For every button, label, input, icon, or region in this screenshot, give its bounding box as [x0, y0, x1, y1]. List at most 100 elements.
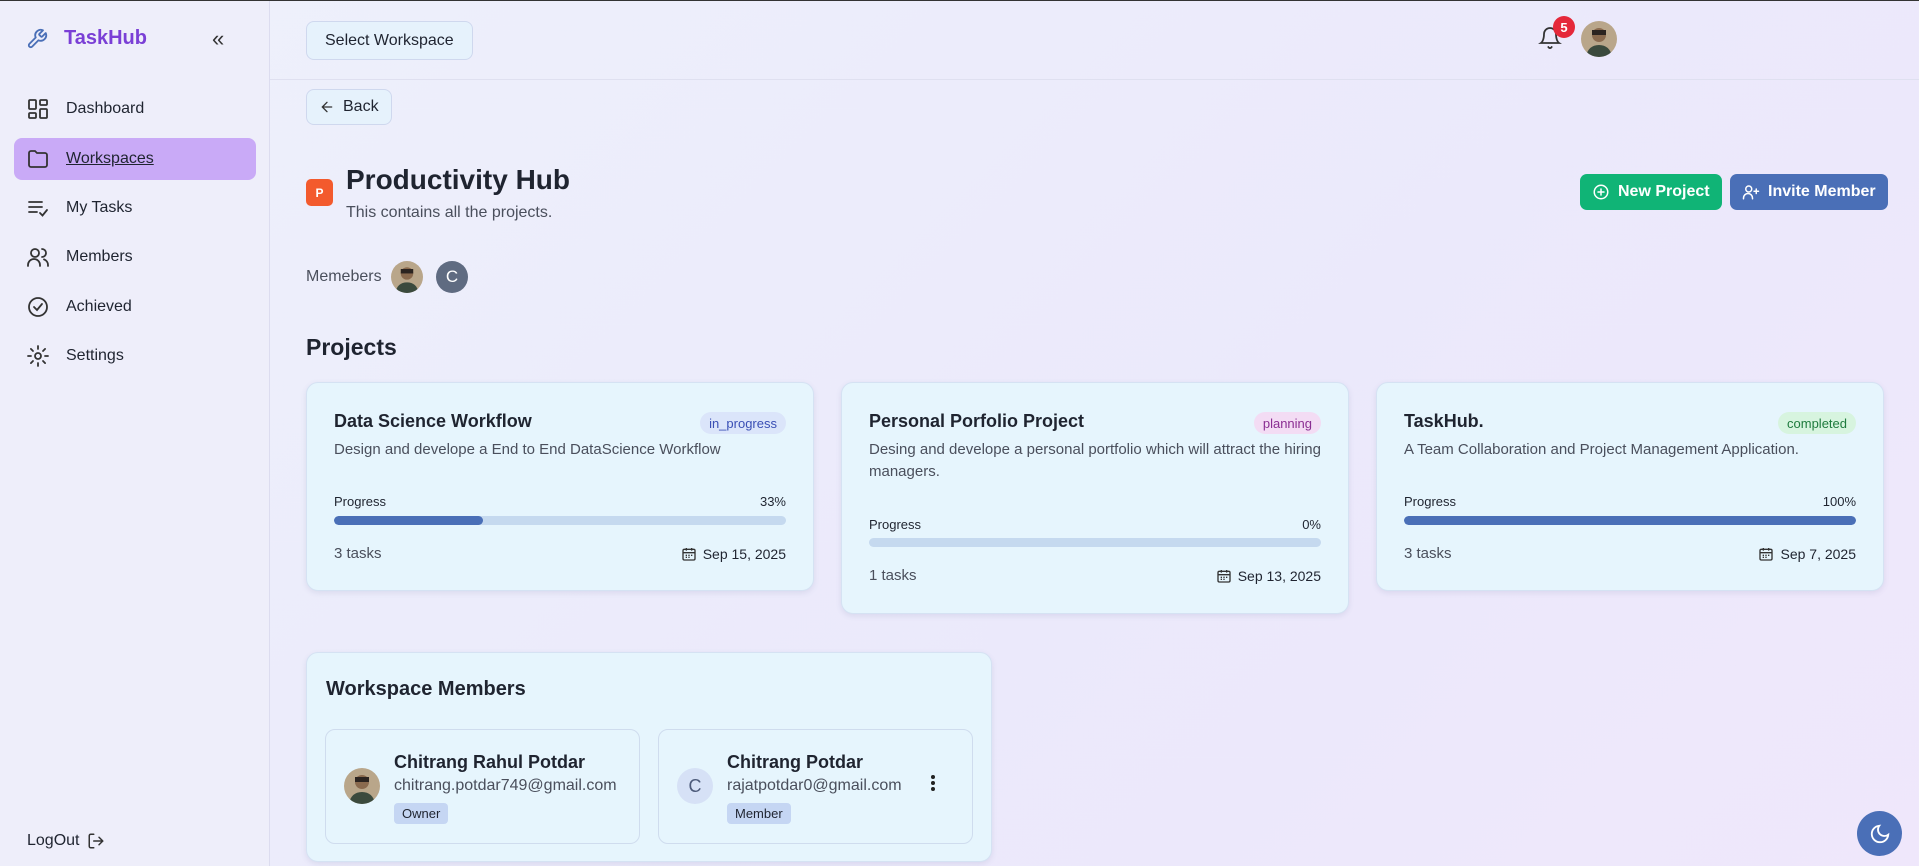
logout-label: LogOut: [27, 832, 80, 849]
gear-icon: [27, 345, 49, 367]
sidebar: TaskHub « Dashboard Workspaces My Tasks …: [0, 1, 270, 866]
due-date-text: Sep 7, 2025: [1780, 545, 1856, 562]
progress-row: Progress 0%: [869, 517, 1321, 532]
dashboard-icon: [28, 99, 48, 119]
progress-fill: [334, 516, 484, 525]
due-date: Sep 7, 2025: [1758, 546, 1856, 562]
sidebar-item-members[interactable]: Members: [14, 236, 256, 278]
invite-member-label: Invite Member: [1768, 183, 1876, 200]
check-circle-icon: [28, 297, 48, 317]
collapse-sidebar-icon[interactable]: «: [212, 27, 224, 51]
wrench-icon: [27, 28, 48, 48]
project-card[interactable]: Data Science Workflow in_progress Design…: [306, 382, 814, 591]
progress-label: Progress: [869, 517, 922, 532]
logout-icon: [88, 833, 105, 849]
role-badge: Member: [727, 803, 791, 824]
progress-value: 33%: [759, 494, 786, 509]
progress-row: Progress 100%: [1404, 494, 1856, 509]
progress-row: Progress 33%: [334, 494, 786, 509]
brand[interactable]: TaskHub: [26, 27, 147, 50]
sidebar-item-label: Settings: [66, 347, 124, 364]
calendar-icon: [1217, 569, 1231, 583]
back-label: Back: [343, 98, 379, 115]
status-badge: in_progress: [700, 412, 786, 434]
select-workspace-button[interactable]: Select Workspace: [306, 21, 473, 60]
brand-name: TaskHub: [64, 27, 147, 49]
progress-fill: [1404, 516, 1856, 525]
sidebar-item-label: Achieved: [66, 298, 132, 315]
sidebar-item-my-tasks[interactable]: My Tasks: [14, 187, 256, 229]
members-label: Memebers: [306, 268, 382, 285]
status-badge: completed: [1778, 412, 1856, 434]
sidebar-item-dashboard[interactable]: Dashboard: [14, 88, 256, 130]
due-date-text: Sep 13, 2025: [1237, 567, 1321, 584]
member-name: Chitrang Potdar: [727, 752, 864, 772]
progress-bar: [1404, 516, 1856, 525]
card-footer: 1 tasks Sep 13, 2025: [869, 567, 1321, 584]
project-card[interactable]: Personal Porfolio Project planning Desin…: [841, 382, 1349, 614]
progress-bar: [869, 538, 1321, 547]
logout-button[interactable]: LogOut: [27, 832, 105, 850]
user-plus-icon: [1742, 185, 1760, 200]
member-card: C Chitrang Potdar rajatpotdar0@gmail.com…: [658, 729, 973, 844]
sidebar-item-label: Workspaces: [66, 150, 154, 167]
project-description: Design and develope a End to End DataSci…: [334, 441, 721, 458]
users-icon: [27, 248, 49, 267]
sidebar-item-label: Members: [66, 248, 133, 265]
project-card[interactable]: TaskHub. completed A Team Collaboration …: [1376, 382, 1884, 591]
new-project-label: New Project: [1618, 183, 1710, 200]
arrow-left-icon: [321, 101, 333, 113]
member-name: Chitrang Rahul Potdar: [394, 752, 586, 772]
more-options-icon[interactable]: [930, 774, 936, 792]
folder-icon: [28, 150, 48, 168]
status-badge: planning: [1253, 412, 1321, 434]
due-date: Sep 15, 2025: [681, 546, 786, 562]
workspace-members-heading: Workspace Members: [326, 678, 526, 700]
moon-icon: [1870, 824, 1889, 843]
back-button[interactable]: Back: [306, 89, 392, 125]
task-count: 3 tasks: [334, 545, 382, 562]
task-count: 3 tasks: [1404, 545, 1452, 562]
sidebar-item-label: Dashboard: [66, 100, 145, 117]
member-avatar: [344, 768, 380, 804]
calendar-icon: [682, 547, 696, 561]
progress-label: Progress: [1404, 494, 1457, 509]
page-title: Productivity Hub: [346, 164, 571, 195]
member-avatar: [391, 261, 423, 293]
project-title: TaskHub.: [1404, 411, 1484, 431]
card-footer: 3 tasks Sep 7, 2025: [1404, 545, 1856, 562]
progress-value: 0%: [1302, 517, 1321, 532]
task-count: 1 tasks: [869, 567, 917, 584]
project-title: Data Science Workflow: [334, 411, 532, 431]
workspace-description: This contains all the projects.: [346, 204, 553, 221]
project-description: A Team Collaboration and Project Managem…: [1404, 441, 1799, 458]
invite-member-button[interactable]: Invite Member: [1730, 174, 1888, 210]
role-badge: Owner: [394, 803, 449, 824]
list-check-icon: [28, 201, 48, 217]
projects-heading: Projects: [306, 334, 397, 360]
plus-circle-icon: [1593, 184, 1609, 200]
due-date-text: Sep 15, 2025: [702, 545, 786, 562]
sidebar-item-workspaces[interactable]: Workspaces: [14, 138, 256, 180]
theme-toggle-button[interactable]: [1857, 811, 1902, 856]
workspace-members-card: Workspace Members Chitrang Rahul Potdar …: [306, 652, 992, 862]
member-card: Chitrang Rahul Potdar chitrang.potdar749…: [325, 729, 640, 844]
sidebar-item-label: My Tasks: [66, 199, 133, 216]
progress-label: Progress: [334, 494, 387, 509]
card-footer: 3 tasks Sep 15, 2025: [334, 545, 786, 562]
progress-bar: [334, 516, 786, 525]
project-title: Personal Porfolio Project: [869, 411, 1085, 431]
user-avatar[interactable]: [1581, 21, 1617, 57]
due-date: Sep 13, 2025: [1216, 568, 1321, 584]
new-project-button[interactable]: New Project: [1580, 174, 1722, 210]
sidebar-item-achieved[interactable]: Achieved: [14, 286, 256, 328]
member-avatar: C: [677, 768, 713, 804]
calendar-icon: [1759, 547, 1774, 561]
workspace-avatar: P: [306, 179, 333, 206]
project-description: Desing and develope a personal portfolio…: [869, 441, 1321, 480]
top-bar: Select Workspace: [270, 1, 1919, 80]
member-email: chitrang.potdar749@gmail.com: [394, 777, 617, 794]
sidebar-item-settings[interactable]: Settings: [14, 335, 256, 377]
progress-value: 100%: [1822, 494, 1856, 509]
member-email: rajatpotdar0@gmail.com: [727, 777, 902, 794]
